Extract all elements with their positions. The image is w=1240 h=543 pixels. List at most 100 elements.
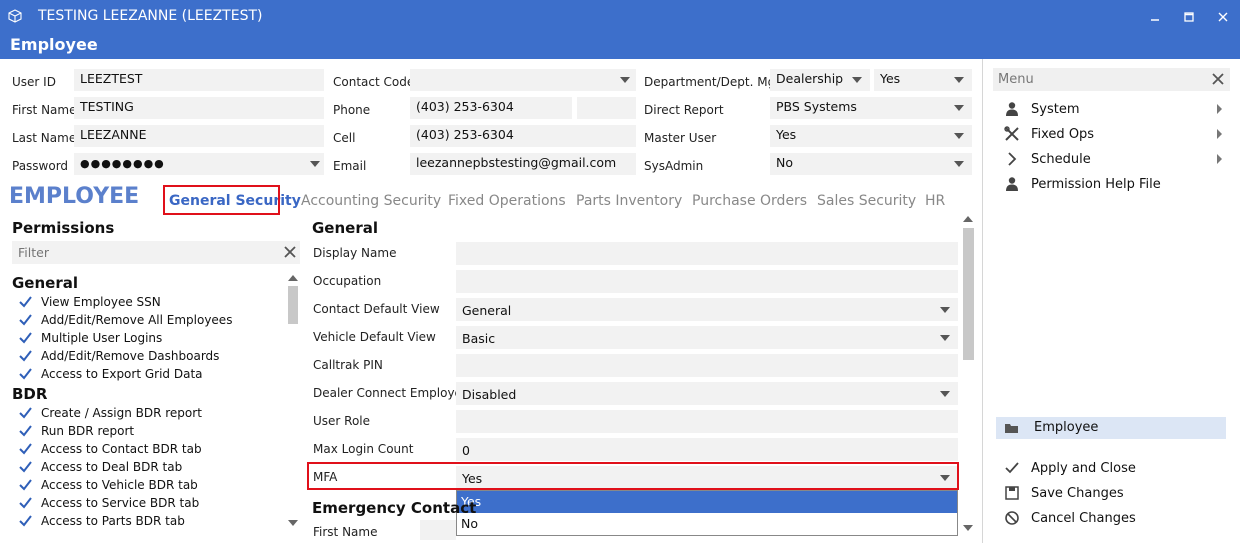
checkbox-checked-icon[interactable] xyxy=(18,349,32,363)
dropdown-chevron-icon xyxy=(940,391,950,397)
permissions-scroll-down[interactable] xyxy=(288,520,298,526)
cell-field[interactable]: (403) 253-6304 xyxy=(410,125,636,147)
menu-item-employee[interactable]: Employee xyxy=(996,417,1226,439)
dept-manager-chevron-icon xyxy=(954,77,964,83)
general-scrollbar-thumb[interactable] xyxy=(963,228,974,360)
menu-item-fixed-ops[interactable]: Fixed Ops xyxy=(1000,123,1228,145)
checkbox-checked-icon[interactable] xyxy=(18,313,32,327)
checkbox-checked-icon[interactable] xyxy=(18,460,32,474)
permission-item[interactable]: Run BDR report xyxy=(18,422,134,440)
permission-label: Add/Edit/Remove All Employees xyxy=(41,313,233,327)
permission-item[interactable]: Access to Vehicle BDR tab xyxy=(18,476,198,494)
email-field[interactable]: leezannepbstesting@gmail.com xyxy=(410,153,636,175)
window-title: TESTING LEEZANNE (LEEZTEST) xyxy=(38,8,263,24)
checkbox-checked-icon[interactable] xyxy=(18,514,32,528)
general-field-label: Max Login Count xyxy=(313,442,414,456)
checkbox-checked-icon[interactable] xyxy=(18,424,32,438)
permission-item[interactable]: Access to Deal BDR tab xyxy=(18,458,182,476)
apply-and-close-button[interactable]: Apply and Close xyxy=(1000,457,1228,479)
permission-item[interactable]: Access to Contact BDR tab xyxy=(18,440,202,458)
first-name-field[interactable]: TESTING xyxy=(74,97,324,119)
menu-item-permission-help-file[interactable]: Permission Help File xyxy=(1000,173,1228,195)
permission-label: Add/Edit/Remove Dashboards xyxy=(41,349,220,363)
password-dropdown-icon[interactable] xyxy=(310,161,320,167)
general-field-label: Vehicle Default View xyxy=(313,330,436,344)
menu-item-system[interactable]: System xyxy=(1000,98,1228,120)
direct-report-select[interactable]: PBS Systems xyxy=(770,97,972,119)
permission-label: Create / Assign BDR report xyxy=(41,406,202,420)
permission-label: Access to Service BDR tab xyxy=(41,496,200,510)
contact-code-select[interactable] xyxy=(410,69,636,91)
permission-item[interactable]: Multiple User Logins xyxy=(18,329,162,347)
menu-close-icon[interactable] xyxy=(1212,73,1224,88)
phone-label: Phone xyxy=(333,103,371,117)
permission-item[interactable]: Access to Export Grid Data xyxy=(18,365,203,383)
mfa-option-no[interactable]: No xyxy=(457,513,957,535)
last-name-field[interactable]: LEEZANNE xyxy=(74,125,324,147)
permission-item[interactable]: View Employee SSN xyxy=(18,293,161,311)
clear-filter-icon[interactable] xyxy=(284,246,296,261)
checkbox-checked-icon[interactable] xyxy=(18,331,32,345)
checkbox-checked-icon[interactable] xyxy=(18,442,32,456)
menu-item-label: Schedule xyxy=(1031,151,1091,167)
mfa-option-yes[interactable]: Yes xyxy=(457,491,957,513)
direct-report-label: Direct Report xyxy=(644,103,724,117)
checkbox-checked-icon[interactable] xyxy=(18,295,32,309)
emergency-contact-title: Emergency Contact xyxy=(312,499,477,517)
permission-item[interactable]: Create / Assign BDR report xyxy=(18,404,202,422)
direct-report-chevron-icon xyxy=(954,105,964,111)
close-window-button[interactable] xyxy=(1206,0,1240,33)
general-field-input[interactable] xyxy=(456,410,958,433)
tab-purchase-orders[interactable]: Purchase Orders xyxy=(692,193,807,209)
general-field-input[interactable]: General xyxy=(456,298,958,321)
users-icon xyxy=(1000,101,1024,117)
checkbox-checked-icon[interactable] xyxy=(18,478,32,492)
permission-item[interactable]: Access to Service BDR tab xyxy=(18,494,199,512)
master-user-select[interactable]: Yes xyxy=(770,125,972,147)
cancel-changes-button[interactable]: Cancel Changes xyxy=(1000,507,1228,529)
sysadmin-chevron-icon xyxy=(954,161,964,167)
sysadmin-select[interactable]: No xyxy=(770,153,972,175)
user-help-icon xyxy=(1000,176,1024,192)
general-scroll-up[interactable] xyxy=(963,216,973,222)
cell-label: Cell xyxy=(333,131,356,145)
permissions-filter-input[interactable] xyxy=(12,241,300,264)
permissions-scrollbar-thumb[interactable] xyxy=(288,286,298,324)
general-field-input[interactable] xyxy=(456,270,958,293)
action-label: Cancel Changes xyxy=(1031,510,1136,526)
action-label: Save Changes xyxy=(1031,485,1124,501)
checkbox-checked-icon[interactable] xyxy=(18,496,32,510)
permission-item[interactable]: Access to Parts BDR tab xyxy=(18,512,185,530)
tab-accounting-security[interactable]: Accounting Security xyxy=(301,193,441,209)
general-field-input[interactable]: Basic xyxy=(456,326,958,349)
general-title: General xyxy=(312,219,378,237)
tab-hr[interactable]: HR xyxy=(925,193,945,209)
app-cube-icon xyxy=(8,9,22,26)
permission-label: Access to Deal BDR tab xyxy=(41,460,183,474)
permission-label: Access to Parts BDR tab xyxy=(41,514,185,528)
general-field-input[interactable] xyxy=(456,242,958,265)
tab-parts-inventory[interactable]: Parts Inventory xyxy=(576,193,682,209)
maximize-button[interactable] xyxy=(1172,0,1206,33)
general-field-input[interactable] xyxy=(456,354,958,377)
permissions-scroll-up[interactable] xyxy=(288,275,298,281)
tab-sales-security[interactable]: Sales Security xyxy=(817,193,916,209)
general-field-input[interactable]: 0 xyxy=(456,438,958,461)
checkbox-checked-icon[interactable] xyxy=(18,367,32,381)
general-field-input[interactable]: Disabled xyxy=(456,382,958,405)
menu-item-schedule[interactable]: Schedule xyxy=(1000,148,1228,170)
password-field[interactable]: ●●●●●●●● xyxy=(74,153,324,175)
tab-fixed-operations[interactable]: Fixed Operations xyxy=(448,193,566,209)
phone-ext-field[interactable] xyxy=(577,97,636,119)
general-scroll-down[interactable] xyxy=(963,525,973,531)
permission-item[interactable]: Add/Edit/Remove Dashboards xyxy=(18,347,219,365)
checkbox-checked-icon[interactable] xyxy=(18,406,32,420)
general-field-label: User Role xyxy=(313,414,371,428)
save-changes-button[interactable]: Save Changes xyxy=(1000,482,1228,504)
emergency-first-name-field[interactable] xyxy=(420,520,456,540)
phone-field[interactable]: (403) 253-6304 xyxy=(410,97,572,119)
menu-title: Menu xyxy=(998,72,1034,87)
user-id-field[interactable]: LEEZTEST xyxy=(74,69,324,91)
permission-item[interactable]: Add/Edit/Remove All Employees xyxy=(18,311,232,329)
minimize-button[interactable] xyxy=(1138,0,1172,33)
